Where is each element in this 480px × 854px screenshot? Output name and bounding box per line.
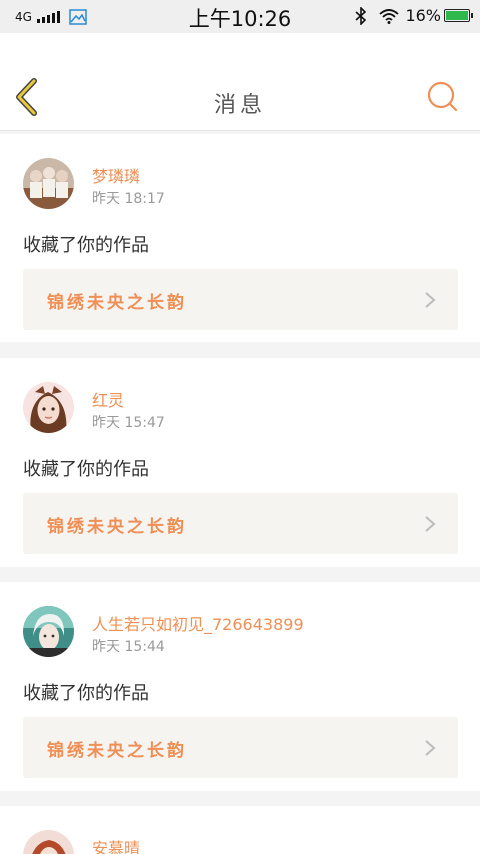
bluetooth-icon: [355, 6, 367, 25]
work-link[interactable]: 锦绣未央之长韵: [23, 493, 458, 554]
username[interactable]: 人生若只如初见_726643899: [92, 611, 304, 635]
nav-bar: 消息: [0, 33, 480, 131]
message-text: 收藏了你的作品: [23, 683, 149, 704]
avatar[interactable]: [23, 830, 74, 854]
message-card: 安慕晴: [0, 806, 480, 854]
message-card: 梦璘璘 昨天 18:17 收藏了你的作品 锦绣未央之长韵: [0, 134, 480, 342]
message-time: 昨天 15:44: [92, 639, 165, 655]
work-title: 锦绣未央之长韵: [47, 293, 187, 313]
avatar[interactable]: [23, 158, 74, 209]
message-text: 收藏了你的作品: [23, 235, 149, 256]
message-time: 昨天 15:47: [92, 415, 165, 431]
message-time: 昨天 18:17: [92, 191, 165, 207]
avatar[interactable]: [23, 606, 74, 657]
work-link[interactable]: 锦绣未央之长韵: [23, 269, 458, 330]
message-card: 红灵 昨天 15:47 收藏了你的作品 锦绣未央之长韵: [0, 358, 480, 567]
chevron-right-icon: [425, 516, 436, 532]
message-text: 收藏了你的作品: [23, 459, 149, 480]
work-title: 锦绣未央之长韵: [47, 517, 187, 537]
status-bar: 4G 上午10:26 16%: [0, 0, 480, 33]
wifi-icon: [379, 8, 400, 24]
chevron-right-icon: [425, 740, 436, 756]
search-button[interactable]: [426, 80, 460, 114]
username[interactable]: 红灵: [92, 387, 124, 411]
avatar[interactable]: [23, 382, 74, 433]
username[interactable]: 梦璘璘: [92, 163, 140, 187]
page-title: 消息: [213, 93, 266, 118]
work-title: 锦绣未央之长韵: [47, 741, 187, 761]
search-icon: [427, 81, 458, 112]
username[interactable]: 安慕晴: [92, 835, 140, 854]
battery-percent: 16%: [405, 6, 441, 25]
work-link[interactable]: 锦绣未央之长韵: [23, 717, 458, 778]
message-card: 人生若只如初见_726643899 昨天 15:44 收藏了你的作品 锦绣未央之…: [0, 582, 480, 791]
chevron-right-icon: [425, 292, 436, 308]
battery-icon: [444, 9, 473, 22]
